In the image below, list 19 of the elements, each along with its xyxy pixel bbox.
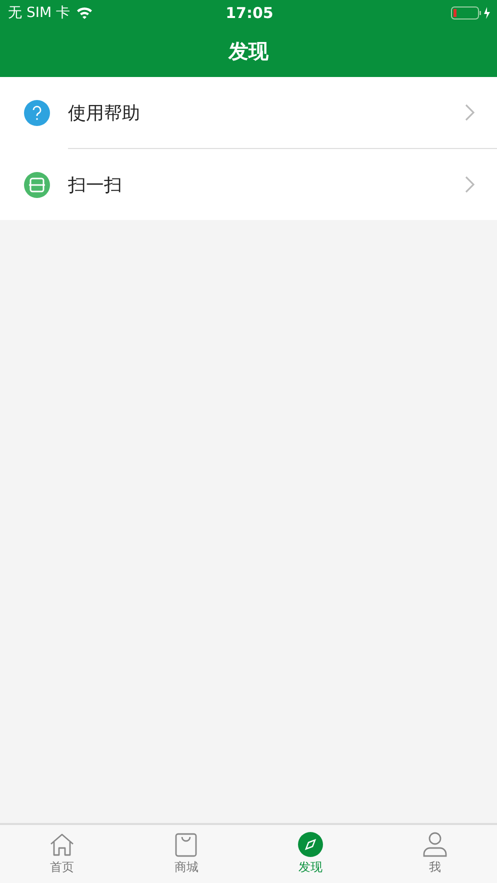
person-icon [422,832,447,857]
tab-item[interactable]: 商城 [124,825,248,883]
help-icon [24,100,50,126]
chevron-icon [465,176,475,193]
battery-icon [451,6,491,20]
menu-item[interactable]: 使用帮助 [0,77,497,148]
page-title: 发现 [228,38,268,64]
bag-icon [175,832,198,856]
tab-item[interactable]: 发现 [248,825,373,883]
tab-item[interactable]: 我 [372,825,497,883]
menu-item[interactable]: 扫一扫 [0,149,497,220]
status-time: 17:05 [226,4,274,22]
chevron-icon [465,104,475,121]
compass-icon [298,832,324,857]
scan-icon [24,172,50,198]
wifi-icon [76,6,93,19]
tab-item[interactable]: 首页 [0,825,124,883]
carrier-text: 无 SIM 卡 [8,4,70,22]
home-icon [49,832,76,856]
